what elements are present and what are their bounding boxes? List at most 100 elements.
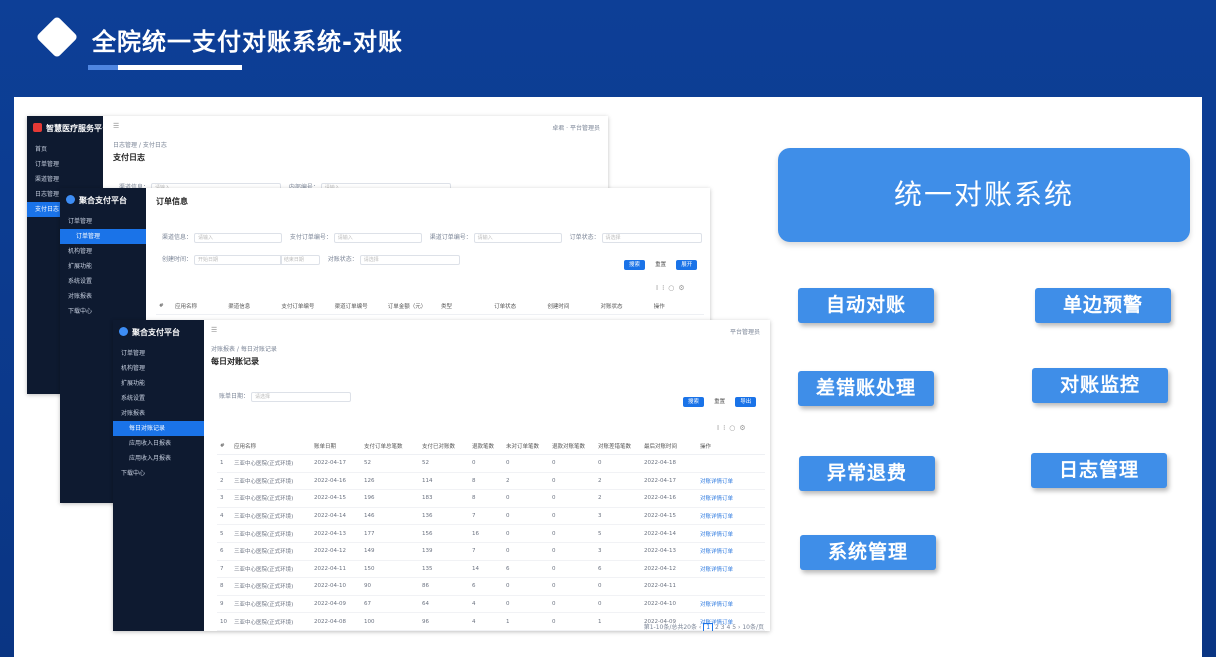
date-range-start[interactable]: 开始日期: [193, 254, 282, 265]
table-cell: 90: [361, 577, 419, 596]
title-underline-accent: [88, 65, 118, 70]
row-action-link[interactable]: 对账详情订单: [697, 542, 765, 561]
table-cell: 1: [503, 612, 549, 631]
page-number[interactable]: 4: [727, 624, 731, 631]
reconcile-status-select[interactable]: 请选择: [359, 254, 460, 265]
row-action-link[interactable]: 对账详情订单: [697, 524, 765, 543]
feature-error-handling: 差错账处理: [798, 371, 934, 406]
table-cell: 2022-04-17: [641, 472, 697, 491]
sidebar-item[interactable]: 扩展功能: [60, 259, 146, 274]
table-toolbar-icons[interactable]: Ӏ⁞○⚙: [656, 284, 689, 292]
table-cell: 0: [595, 577, 641, 596]
sidebar-item[interactable]: 系统设置: [113, 391, 204, 406]
table-row: 8 三亚中心医院(正式环境) 2022-04-10 90 86 6 0 0 0 2022-04-1…: [217, 577, 765, 596]
table-cell: 2022-04-12: [311, 542, 361, 561]
table-cell: 三亚中心医院(正式环境): [231, 454, 311, 473]
bill-date-input[interactable]: 请选择: [250, 391, 351, 402]
table-cell: 0: [503, 595, 549, 614]
sidebar-item[interactable]: 对账报表: [60, 289, 146, 304]
order-table: # 应用名称 渠道信息 支付订单编号 渠道订单编号 订单金额（元） 类型 订单状…: [156, 298, 704, 315]
sidebar-item[interactable]: 应用收入日报表: [113, 436, 204, 451]
sidebar-item[interactable]: 系统设置: [60, 274, 146, 289]
sidebar-item-active[interactable]: 每日对账记录: [113, 421, 204, 436]
table-toolbar-icons[interactable]: Ӏ⁞○⚙: [717, 424, 750, 432]
table-cell: 2022-04-08: [311, 612, 361, 631]
sidebar-item[interactable]: 扩展功能: [113, 376, 204, 391]
table-cell: 52: [419, 454, 469, 473]
user-info[interactable]: 卓君 · 平台管理员: [552, 123, 600, 132]
pay-order-input[interactable]: 请输入: [333, 232, 422, 243]
sidebar-item[interactable]: 下载中心: [60, 304, 146, 319]
date-range-end[interactable]: 结束日期: [279, 254, 320, 265]
sidebar-item-active[interactable]: 订单管理: [60, 229, 146, 244]
row-action-link[interactable]: 对账详情订单: [697, 507, 765, 526]
channel-input[interactable]: 请输入: [193, 232, 282, 243]
filter-label: 渠道信息：: [162, 234, 193, 241]
channel-order-input[interactable]: 请输入: [473, 232, 562, 243]
table-cell: 2022-04-13: [641, 542, 697, 561]
page-prev-icon[interactable]: ‹: [699, 624, 701, 631]
table-cell: 8: [217, 577, 231, 596]
table-cell: 114: [419, 472, 469, 491]
menu-toggle-icon[interactable]: ☰: [113, 122, 123, 130]
table-cell: 5: [217, 524, 231, 543]
page-number[interactable]: 3: [721, 624, 725, 631]
filter-label: 创建时间：: [162, 256, 193, 263]
order-status-select[interactable]: 请选择: [601, 232, 702, 243]
export-button[interactable]: 导出: [735, 396, 757, 407]
flask-icon: [119, 327, 128, 336]
page-size-select[interactable]: 10条/页: [742, 624, 764, 631]
page-title: 支付日志: [113, 153, 145, 162]
filter-label: 账单日期：: [219, 393, 250, 400]
table-cell: 0: [549, 524, 595, 543]
table-cell: 0: [469, 454, 503, 473]
table-cell: 16: [469, 524, 503, 543]
row-action-link[interactable]: 对账详情订单: [697, 560, 765, 579]
table-cell: 2022-04-16: [311, 472, 361, 491]
sidebar-item[interactable]: 机构管理: [113, 361, 204, 376]
row-action-link[interactable]: 对账详情订单: [697, 489, 765, 508]
reset-button[interactable]: 重置: [650, 260, 671, 270]
reset-button[interactable]: 重置: [709, 397, 730, 407]
sidebar-item[interactable]: 订单管理: [113, 346, 204, 361]
flask-icon: [66, 195, 75, 204]
page-number[interactable]: 5: [732, 624, 736, 631]
sidebar-item[interactable]: 订单管理: [27, 157, 103, 172]
table-cell: 0: [549, 577, 595, 596]
search-button[interactable]: 搜索: [624, 259, 646, 270]
table-row: 6 三亚中心医院(正式环境) 2022-04-12 149 139 7 0 0 3 2022-04…: [217, 542, 765, 561]
sidebar-item[interactable]: 应用收入月报表: [113, 451, 204, 466]
page-next-icon[interactable]: ›: [738, 624, 740, 631]
table-cell: 2022-04-16: [641, 489, 697, 508]
table-cell: 0: [549, 489, 595, 508]
sidebar-item[interactable]: 机构管理: [60, 244, 146, 259]
hospital-cross-icon: [33, 123, 42, 132]
page-number[interactable]: 2: [715, 624, 719, 631]
table-row: 3 三亚中心医院(正式环境) 2022-04-15 196 183 8 0 0 2 2022-04…: [217, 489, 765, 508]
search-button[interactable]: 搜索: [683, 396, 705, 407]
table-cell: 0: [503, 489, 549, 508]
sidebar-item[interactable]: 订单管理: [60, 214, 146, 229]
menu-toggle-icon[interactable]: ☰: [211, 326, 221, 334]
table-cell: 0: [595, 595, 641, 614]
sidebar-item[interactable]: 下载中心: [113, 466, 204, 481]
sidebar-item[interactable]: 首页: [27, 142, 103, 157]
user-info[interactable]: 平台管理员: [730, 327, 760, 336]
row-action-link[interactable]: 对账详情订单: [697, 595, 765, 614]
column-header: #: [217, 438, 231, 455]
sidebar-item[interactable]: 对账报表: [113, 406, 204, 421]
expand-button[interactable]: 展开: [676, 259, 698, 270]
table-cell: 2022-04-17: [311, 454, 361, 473]
sidebar-item[interactable]: 渠道管理: [27, 172, 103, 187]
table-cell: 2: [595, 472, 641, 491]
title-underline: [118, 65, 242, 70]
table-row: 4 三亚中心医院(正式环境) 2022-04-14 146 136 7 0 0 3 2022-04…: [217, 507, 765, 526]
row-action-link[interactable]: 对账详情订单: [697, 472, 765, 491]
pagination: 第1-10条/总共20条 ‹ 1 2 3 4 5 › 10条/页: [644, 622, 764, 631]
table-cell: 3: [217, 489, 231, 508]
page-number-active[interactable]: 1: [703, 623, 714, 631]
table-cell: 2: [503, 472, 549, 491]
table-cell: 86: [419, 577, 469, 596]
reconcile-table: # 应用名称 账单日期 支付订单总笔数 支付已对账数 退款笔数 未对订单笔数 退款对账笔数 对账…: [217, 438, 765, 631]
filter-label: 渠道订单编号：: [429, 234, 472, 241]
